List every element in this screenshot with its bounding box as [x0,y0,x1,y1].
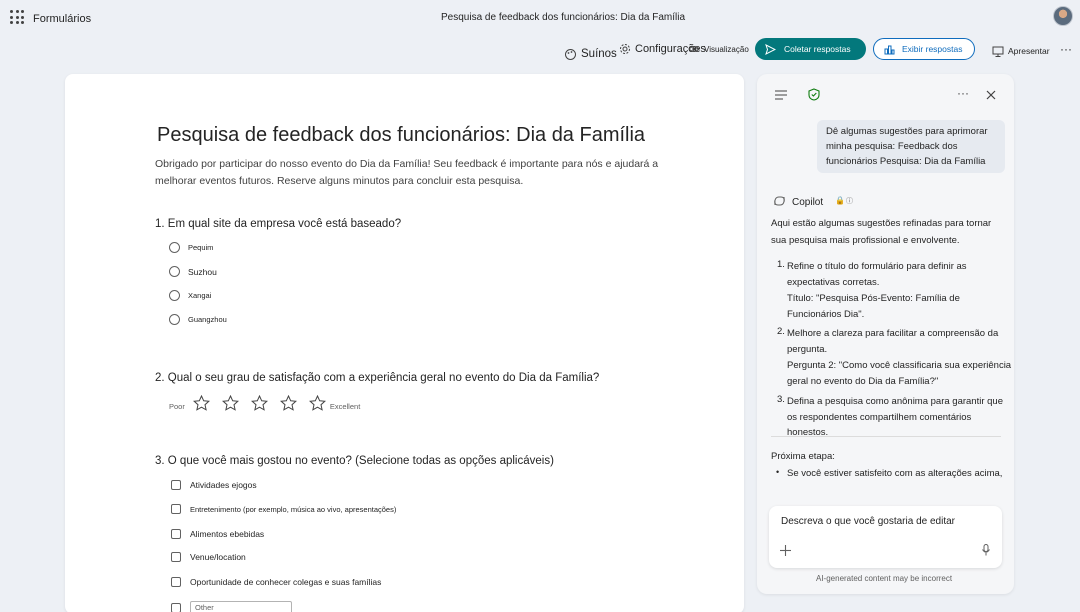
form-description[interactable]: Obrigado por participar do nosso evento … [155,156,675,190]
view-responses-button[interactable]: Exibir respostas [873,38,975,60]
copilot-panel: ··· Dê algumas sugestões para aprimorar … [757,74,1014,594]
radio-option[interactable]: Xangai [169,290,211,301]
option-label: Entretenimento (por exemplo, música ao v… [190,504,397,514]
document-title[interactable]: Pesquisa de feedback dos funcionários: D… [441,12,685,23]
copilot-input[interactable]: Descreva o que você gostaria de editar [769,506,1002,568]
radio-button[interactable] [169,314,180,325]
option-label: Suzhou [188,266,217,277]
collect-responses-label: Coletar respostas [784,44,851,54]
present-label: Apresentar [1008,46,1050,56]
user-message: Dê algumas sugestões para aprimorar minh… [817,120,1005,173]
menu-icon[interactable] [775,90,787,100]
option-label: Xangai [188,291,212,300]
suggestion-detail: Pergunta 2: "Como você classificaria sua… [787,360,1012,387]
themes-label: Suínos [581,48,617,60]
checkbox-option-other[interactable]: Other [171,601,292,612]
radio-option[interactable]: Guangzhou [169,314,227,325]
app-launcher-icon[interactable] [10,10,24,24]
checkbox[interactable] [171,529,181,539]
preview-label: Visualização [704,44,749,54]
option-label: Alimentos ebebidas [190,529,265,539]
checkbox[interactable] [171,552,181,562]
option-label: Atividades ejogos [190,480,257,490]
option-label: Guangzhou [188,315,227,324]
copilot-icon [774,196,785,206]
present-button[interactable]: Apresentar [992,38,1050,64]
copilot-intro: Aqui estão algumas sugestões refinadas p… [771,218,992,246]
question-2-title[interactable]: 2. Qual o seu grau de satisfação com a e… [155,372,599,384]
collect-responses-button[interactable]: Coletar respostas [755,38,866,60]
checkbox[interactable] [171,504,181,514]
divider [771,436,1001,437]
ai-disclaimer: AI-generated content may be incorrect [816,574,953,583]
suggestion-number: 1. [777,259,785,270]
star-icon[interactable] [221,394,239,411]
rating-low-label: Poor [169,402,185,411]
suggestion-number: 3. [777,394,785,405]
more-options-icon[interactable]: ··· [1060,36,1072,62]
suggestion-detail: Título: "Pesquisa Pós-Evento: Família de… [787,293,960,320]
chart-icon [884,45,895,54]
themes-button[interactable]: Suínos [564,41,617,67]
radio-button[interactable] [169,242,180,253]
suggestion-text: Defina a pesquisa como anônima para gara… [787,396,1003,438]
form-title[interactable]: Pesquisa de feedback dos funcionários: D… [157,124,645,147]
option-label: Pequim [188,243,214,252]
checkbox[interactable] [171,480,181,490]
suggestion-number: 2. [777,326,785,337]
top-bar: Formulários Pesquisa de feedback dos fun… [0,0,1080,36]
next-step-label: Próxima etapa: [771,451,835,462]
checkbox[interactable] [171,602,181,612]
bullet: • [776,467,780,477]
other-input[interactable]: Other [190,601,292,612]
form-canvas: Pesquisa de feedback dos funcionários: D… [65,74,744,612]
checkbox[interactable] [171,577,181,587]
avatar[interactable] [1053,6,1073,26]
lock-icon: 🔒 [835,196,845,205]
checkbox-option[interactable]: Alimentos ebebidas [171,529,264,539]
more-options-icon[interactable]: ··· [957,86,969,100]
suggestion-text: Refine o título do formulário para defin… [787,261,967,288]
star-icon[interactable] [192,394,210,411]
checkbox-option[interactable]: Venue/location [171,552,246,562]
radio-button[interactable] [169,266,180,277]
copilot-input-placeholder: Descreva o que você gostaria de editar [781,516,955,527]
star-icon[interactable] [279,394,297,411]
copilot-name: Copilot [792,197,824,208]
shield-icon[interactable] [808,88,820,101]
present-icon [992,46,1004,57]
app-name[interactable]: Formulários [33,13,91,25]
gear-icon [620,44,630,54]
checkbox-option[interactable]: Oportunidade de conhecer colegas e suas … [171,577,381,587]
checkbox-option[interactable]: Entretenimento (por exemplo, música ao v… [171,504,396,514]
star-rating: Poor Excellent [169,394,360,411]
option-label: Venue/location [190,552,246,562]
star-icon[interactable] [308,394,326,411]
question-3-title[interactable]: 3. O que você mais gostou no evento? (Se… [155,455,554,467]
radio-option[interactable]: Suzhou [169,266,217,277]
info-icon[interactable]: ⓘ [846,196,853,206]
next-step-item: Se você estiver satisfeito com as altera… [787,468,1003,479]
question-1-title[interactable]: 1. Em qual site da empresa você está bas… [155,218,401,230]
send-icon [765,43,776,55]
rating-high-label: Excellent [329,402,361,411]
preview-button[interactable]: Visualização [688,36,749,62]
close-icon[interactable] [986,90,996,100]
suggestion-text: Melhore a clareza para facilitar a compr… [787,328,999,355]
star-icon[interactable] [250,394,268,411]
microphone-icon[interactable] [982,544,990,556]
plus-icon[interactable] [780,545,791,556]
palette-icon [565,48,576,60]
radio-option[interactable]: Pequim [169,242,213,253]
view-responses-label: Exibir respostas [902,44,963,54]
radio-button[interactable] [169,290,180,301]
checkbox-option[interactable]: Atividades ejogos [171,480,257,490]
eye-icon [688,46,700,52]
option-label: Oportunidade de conhecer colegas e suas … [190,577,382,587]
